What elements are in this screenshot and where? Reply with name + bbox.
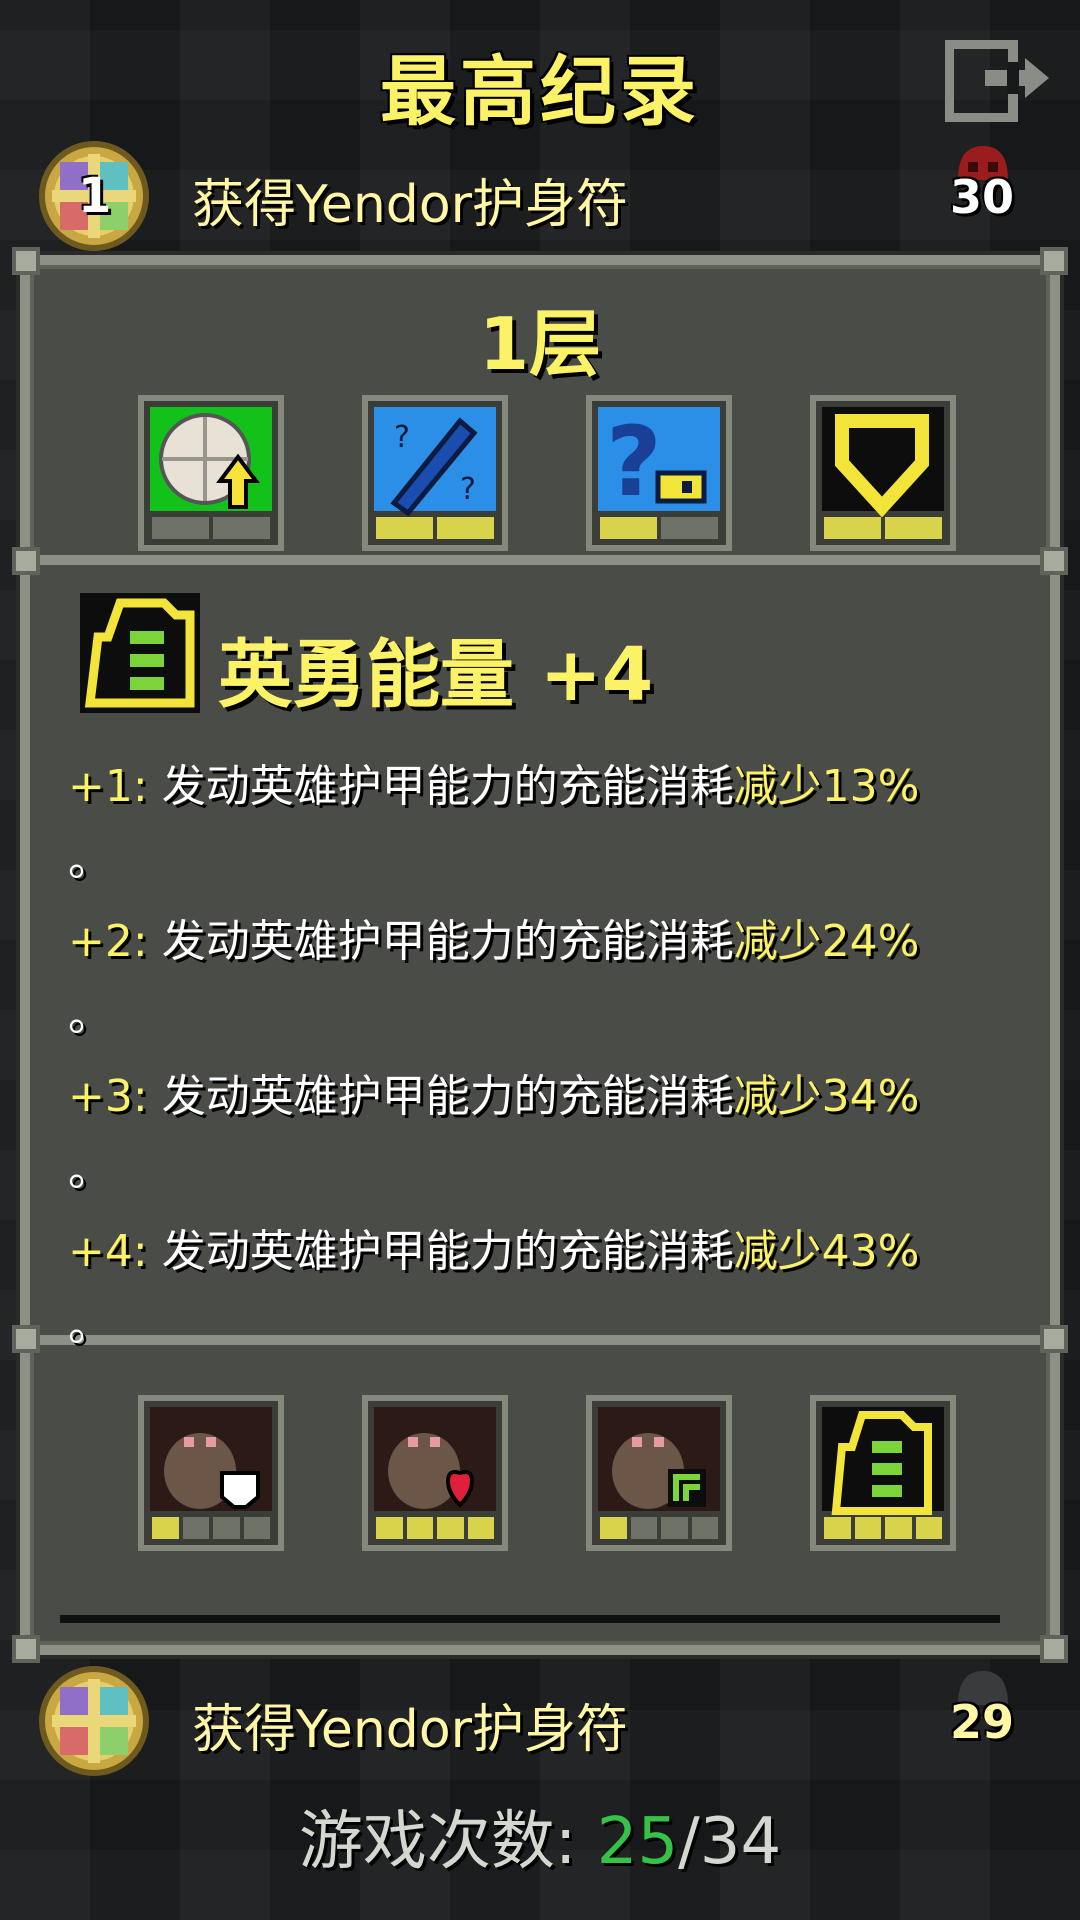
rat-green-icon <box>612 1433 706 1509</box>
tooltip-corner <box>1040 547 1068 575</box>
line-level: +3: <box>68 1071 148 1122</box>
exit-button[interactable] <box>944 39 1050 123</box>
games-total: 34 <box>699 1805 782 1879</box>
line-end: 。 <box>68 990 112 1041</box>
slot-pips <box>824 1517 942 1539</box>
svg-text:?: ? <box>394 420 410 455</box>
panel-corner <box>12 247 40 275</box>
tooltip-corner <box>1040 1325 1068 1353</box>
slot-pips <box>376 1517 494 1539</box>
item-slot-wand[interactable]: ? ? <box>362 395 508 551</box>
tooltip-title: 英勇能量 +4 <box>218 632 654 718</box>
slot-pips <box>152 1517 270 1539</box>
games-current: 25 <box>596 1805 679 1879</box>
line-highlight: 减少43% <box>733 1226 920 1277</box>
svg-text:?: ? <box>606 407 662 517</box>
wand-icon: ? ? <box>390 417 478 517</box>
line-text: 发动英雄护甲能力的充能消耗 <box>161 1226 734 1277</box>
item-slot-heroic-energy[interactable] <box>810 1395 956 1551</box>
games-played: 游戏次数: 25/34 <box>0 1790 1080 1882</box>
panel-divider <box>60 1615 1000 1623</box>
rat-heart-icon <box>388 1433 475 1509</box>
line-end: 。 <box>68 1145 112 1196</box>
line-level: +1: <box>68 761 148 812</box>
item-slot-armor[interactable] <box>810 395 956 551</box>
line-end: 。 <box>68 1300 112 1351</box>
page-title: 最高纪录 <box>380 47 700 136</box>
tooltip-corner <box>12 1325 40 1353</box>
heroic-energy-icon <box>831 1411 932 1515</box>
floor-label: 1层 <box>478 302 602 386</box>
line-highlight: 减少34% <box>733 1071 920 1122</box>
tooltip-line-2: +2: 发动英雄护甲能力的充能消耗减少24% 。 <box>68 905 1048 1053</box>
games-label: 游戏次数: <box>298 1805 577 1879</box>
slot-pips <box>376 517 494 539</box>
key-icon: ? <box>606 406 707 518</box>
tooltip-line-4: +4: 发动英雄护甲能力的充能消耗减少43% 。 <box>68 1215 1048 1363</box>
line-level: +4: <box>68 1226 148 1277</box>
games-separator: / <box>678 1805 700 1879</box>
item-slot-key[interactable]: ? <box>586 395 732 551</box>
line-end: 。 <box>68 835 112 886</box>
slot-pips <box>824 517 942 539</box>
tooltip-line-1: +1: 发动英雄护甲能力的充能消耗减少13% 。 <box>68 750 1048 898</box>
panel-corner <box>12 1635 40 1663</box>
rat-white-icon <box>164 1433 260 1509</box>
record-depth: 30 <box>950 170 1015 224</box>
line-text: 发动英雄护甲能力的充能消耗 <box>161 916 734 967</box>
line-text: 发动英雄护甲能力的充能消耗 <box>161 761 734 812</box>
item-tooltip[interactable]: 英勇能量 +4 +1: 发动英雄护甲能力的充能消耗减少13% 。 +2: 发动英… <box>12 547 1068 1353</box>
line-level: +2: <box>68 916 148 967</box>
item-slot-rat-1[interactable] <box>138 1395 284 1551</box>
record-rank: 1 <box>78 168 112 224</box>
scroll-icon <box>159 413 260 509</box>
line-highlight: 减少24% <box>733 916 920 967</box>
tooltip-corner <box>12 547 40 575</box>
tooltip-line-3: +3: 发动英雄护甲能力的充能消耗减少34% 。 <box>68 1060 1048 1208</box>
slot-pips <box>152 517 270 539</box>
item-slot-rat-3[interactable] <box>586 1395 732 1551</box>
panel-corner <box>1040 247 1068 275</box>
line-highlight: 减少13% <box>733 761 920 812</box>
record-row-2[interactable]: 获得Yendor护身符 29 <box>0 1665 1080 1776</box>
heroic-energy-icon <box>80 593 200 713</box>
exit-icon <box>944 39 1049 123</box>
armor-icon <box>835 414 929 518</box>
record-description: 获得Yendor护身符 <box>192 175 629 235</box>
item-slot-rat-2[interactable] <box>362 1395 508 1551</box>
slot-pips <box>600 1517 718 1539</box>
record-depth: 29 <box>950 1695 1015 1749</box>
record-description: 获得Yendor护身符 <box>192 1700 629 1760</box>
panel-corner <box>1040 1635 1068 1663</box>
slot-pips <box>600 517 718 539</box>
line-text: 发动英雄护甲能力的充能消耗 <box>161 1071 734 1122</box>
svg-text:?: ? <box>460 472 476 507</box>
item-slot-scroll[interactable] <box>138 395 284 551</box>
amulet-icon <box>39 1666 149 1776</box>
record-row-1[interactable]: 1 获得Yendor护身符 30 <box>0 140 1080 251</box>
